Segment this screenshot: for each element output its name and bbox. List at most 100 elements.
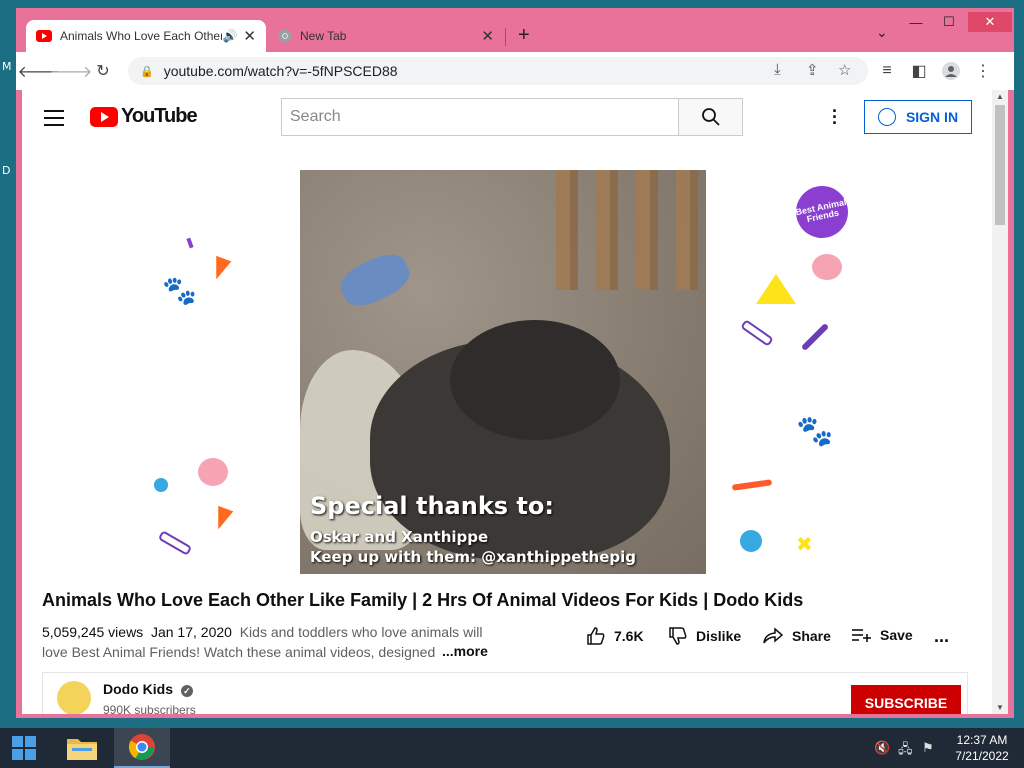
scroll-down-icon[interactable]: ▼ [996,703,1004,712]
browser-toolbar: 🡐 🡒 ↻ 🔒 youtube.com/watch?v=-5fNPSCED88 … [16,52,1014,90]
channel-row: Dodo Kids ✓ 990K subscribers SUBSCRIBE [42,672,968,714]
taskbar: 🔇 🖧 ⚑ 12:37 AM 7/21/2022 [0,728,1024,768]
thumbs-up-icon [587,627,605,645]
start-button[interactable] [0,728,48,768]
tab-title: Animals Who Love Each Other Like Family [60,29,223,43]
scrollbar-thumb[interactable] [995,105,1005,225]
new-tab-button[interactable]: + [518,24,530,47]
view-count: 5,059,245 views [42,624,144,640]
youtube-favicon-icon [36,30,52,42]
clock-time: 12:37 AM [956,733,1008,747]
close-tab-icon[interactable]: ✕ [481,27,494,45]
star-shape-icon: ✖ [796,534,813,556]
notification-flag-icon[interactable]: ⚑ [922,740,934,756]
address-bar[interactable]: 🔒 youtube.com/watch?v=-5fNPSCED88 ⤓ ⇪ ☆ [128,57,868,85]
bone-icon [740,319,774,347]
scroll-up-icon[interactable]: ▲ [996,92,1004,101]
youtube-wordmark: YouTube [121,105,198,127]
system-clock[interactable]: 12:37 AM 7/21/2022 [944,732,1020,764]
chrome-icon [128,734,155,760]
youtube-page: YouTube Search · · · SIGN IN 🐾 Special t… [22,90,1008,714]
share-icon [763,627,784,644]
subscriber-count: 990K subscribers [103,703,196,714]
account-icon [877,108,896,126]
share-label: Share [792,628,831,644]
sign-in-label: SIGN IN [905,109,959,125]
more-actions-button[interactable]: ... [934,626,949,647]
chrome-favicon-icon [278,29,292,43]
page-scrollbar[interactable]: ▲ ▼ [992,90,1008,714]
dislike-button[interactable]: Dislike [668,626,741,646]
back-icon[interactable]: 🡐 [18,60,61,82]
channel-name[interactable]: Dodo Kids ✓ [103,681,193,697]
decor-line [800,322,830,352]
save-button[interactable]: Save [850,626,913,644]
dislike-label: Dislike [696,628,742,644]
browser-window: Animals Who Love Each Other Like Family … [16,8,1014,718]
video-player[interactable]: 🐾 Special thanks to: Oskar and Xanthippe… [144,170,862,574]
side-panel-icon[interactable]: ◧ [908,60,930,82]
best-animal-friends-badge: Best Animal Friends [791,181,853,243]
tab-strip: Animals Who Love Each Other Like Family … [16,8,1014,52]
settings-kebab-icon[interactable]: · · · [832,102,838,132]
tab-search-button[interactable]: ⌄ [876,24,888,41]
search-button[interactable] [679,98,743,136]
reload-icon[interactable]: ↻ [92,60,114,82]
video-frame[interactable]: Special thanks to: Oskar and Xanthippe K… [300,170,706,574]
decor-dash [186,237,194,249]
url-text[interactable]: youtube.com/watch?v=-5fNPSCED88 [164,63,398,79]
like-count: 7.6K [614,628,644,644]
decor-squiggle [731,479,773,491]
minimize-button[interactable]: — [902,12,930,32]
decor-triangle [210,505,234,533]
paw-icon: 🐾 [162,275,197,306]
maximize-button[interactable]: ☐ [934,12,964,32]
save-label: Save [880,627,913,643]
decor-dot [740,530,762,552]
desktop-label-d: D [2,164,11,177]
video-description[interactable]: 5,059,245 views Jan 17, 2020 Kids and to… [42,622,492,662]
search-icon [701,108,720,126]
share-page-icon[interactable]: ⇪ [806,61,819,79]
show-more-link[interactable]: ...more [442,643,488,659]
search-input[interactable]: Search [281,98,679,136]
youtube-play-icon [90,106,118,127]
tab-youtube[interactable]: Animals Who Love Each Other Like Family … [26,20,266,52]
folder-icon [67,739,97,760]
browser-menu-icon[interactable]: ⋮ [972,60,994,82]
tab-separator [505,28,506,46]
channel-avatar[interactable] [57,681,91,714]
profile-icon[interactable] [940,60,962,82]
video-overlay-heading: Special thanks to: [310,492,554,520]
bookmark-star-icon[interactable]: ☆ [838,61,851,79]
save-playlist-icon [852,629,871,642]
share-button[interactable]: Share [762,626,831,646]
media-control-icon[interactable]: ≡ [876,60,898,82]
file-explorer-button[interactable] [54,728,110,768]
youtube-logo[interactable]: YouTube [90,105,198,128]
tab-new-tab[interactable]: New Tab ✕ [268,20,504,52]
verified-check-icon: ✓ [180,685,193,697]
desktop-label-m: M [2,60,12,73]
close-tab-icon[interactable]: ✕ [243,27,256,45]
lock-icon[interactable]: 🔒 [140,65,154,78]
install-icon[interactable]: ⤓ [774,61,781,78]
audio-playing-icon[interactable]: 🔊 [222,29,237,43]
network-icon[interactable]: 🖧 [898,740,913,762]
decor-dot [154,478,168,492]
publish-date: Jan 17, 2020 [150,624,232,640]
channel-name-text: Dodo Kids [103,681,173,697]
tab-title: New Tab [300,29,347,43]
video-title: Animals Who Love Each Other Like Family … [42,590,804,610]
sign-in-button[interactable]: SIGN IN [864,100,972,134]
decor-triangle [756,274,796,304]
bone-icon [157,530,193,556]
chrome-taskbar-button[interactable] [114,728,170,768]
forward-icon[interactable]: 🡒 [50,60,93,82]
like-button[interactable]: 7.6K [586,626,644,646]
paw-icon: 🐾 [796,415,834,448]
hamburger-menu-icon[interactable] [44,110,64,131]
volume-muted-icon[interactable]: 🔇 [874,740,890,756]
subscribe-button[interactable]: SUBSCRIBE [851,685,961,714]
close-window-button[interactable]: ✕ [968,12,1012,32]
